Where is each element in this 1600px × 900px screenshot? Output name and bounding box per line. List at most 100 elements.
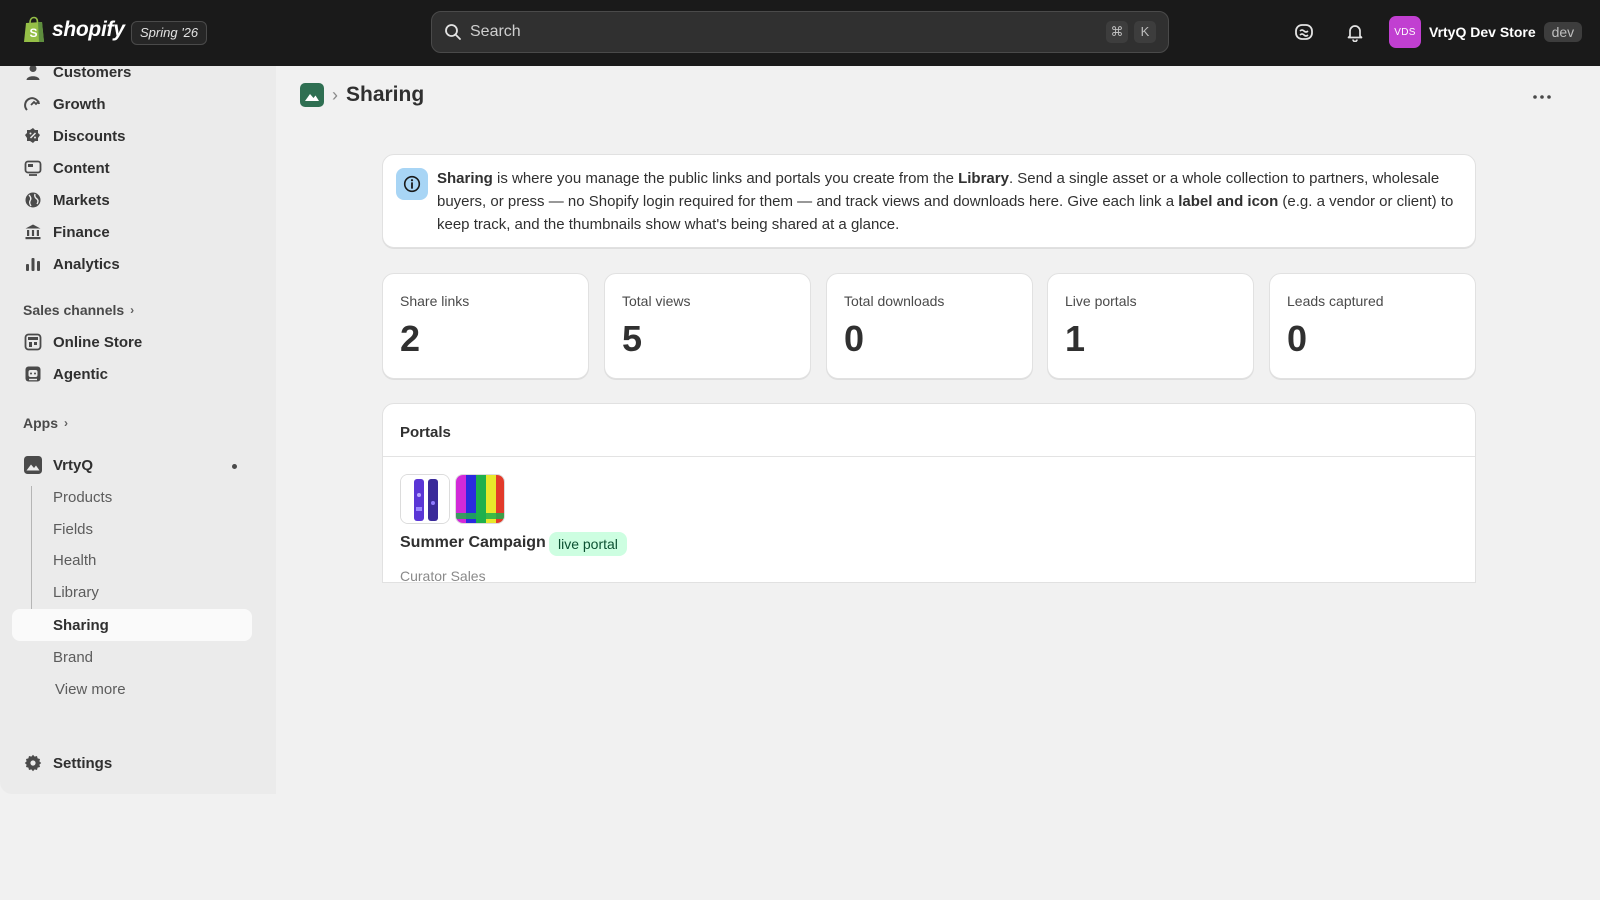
sidebar-subitem-brand[interactable]: Brand bbox=[12, 641, 252, 673]
globe-icon bbox=[23, 190, 43, 210]
gear-icon bbox=[23, 753, 43, 773]
sidebar-subitem-sharing[interactable]: Sharing bbox=[12, 609, 252, 641]
sidekick-button[interactable] bbox=[1292, 20, 1316, 44]
shopify-logo[interactable]: S shopify bbox=[22, 16, 125, 44]
bar-chart-icon bbox=[23, 254, 43, 274]
stat-card-share-links: Share links 2 bbox=[382, 273, 589, 379]
apps-header[interactable]: Apps › bbox=[23, 415, 68, 431]
sidebar-subitem-products[interactable]: Products bbox=[12, 481, 252, 513]
sales-channels-label: Sales channels bbox=[23, 302, 125, 318]
sidebar-item-agentic[interactable]: Agentic bbox=[12, 358, 252, 390]
stat-label: Leads captured bbox=[1287, 293, 1384, 309]
shortcut-key-cmd: ⌘ bbox=[1106, 21, 1128, 43]
sidebar-subitem-fields[interactable]: Fields bbox=[12, 513, 252, 545]
sidebar-item-discounts[interactable]: Discounts bbox=[12, 120, 252, 152]
portal-name[interactable]: Summer Campaign bbox=[400, 534, 546, 552]
sidebar-item-label: Discounts bbox=[53, 127, 126, 145]
stat-card-total-downloads: Total downloads 0 bbox=[826, 273, 1033, 379]
view-more-link[interactable]: View more bbox=[12, 673, 252, 705]
info-text-part: is where you manage the public links and… bbox=[492, 170, 959, 187]
stat-label: Total views bbox=[622, 293, 691, 309]
shopify-wordmark: shopify bbox=[52, 18, 125, 41]
edition-badge[interactable]: Spring '26 bbox=[131, 21, 208, 45]
app-status-dot bbox=[232, 464, 237, 469]
ellipsis-icon bbox=[1533, 95, 1551, 99]
person-icon bbox=[23, 66, 43, 82]
info-bold-label-icon: label and icon bbox=[1178, 193, 1279, 210]
info-bold-sharing: Sharing bbox=[437, 170, 493, 187]
bank-icon bbox=[23, 222, 43, 242]
image-icon bbox=[23, 455, 43, 475]
growth-icon bbox=[23, 94, 43, 114]
sidebar-item-label: Analytics bbox=[53, 255, 120, 273]
portals-card: Portals Summer Campaign live portal Cura… bbox=[382, 403, 1476, 583]
page-background bbox=[0, 794, 1600, 900]
sidebar-subitem-library[interactable]: Library bbox=[12, 576, 252, 608]
page-header: › Sharing bbox=[300, 83, 424, 107]
image-icon bbox=[305, 94, 319, 101]
info-banner-text: Sharing is where you manage the public l… bbox=[437, 167, 1457, 236]
sidebar-item-content[interactable]: Content bbox=[12, 152, 252, 184]
sidebar-item-vrtyq[interactable]: VrtyQ bbox=[12, 449, 252, 481]
sidekick-icon bbox=[1295, 24, 1313, 40]
info-icon bbox=[396, 168, 428, 200]
stat-value: 0 bbox=[844, 318, 865, 359]
more-actions-button[interactable] bbox=[1530, 85, 1554, 109]
sidebar: Customers Growth Discounts Content Marke… bbox=[0, 66, 276, 794]
sidebar-item-label: Customers bbox=[53, 66, 132, 81]
store-avatar: VDS bbox=[1389, 16, 1421, 48]
sidebar-item-customers[interactable]: Customers bbox=[12, 66, 252, 88]
notifications-button[interactable] bbox=[1343, 20, 1367, 44]
stat-card-leads-captured: Leads captured 0 bbox=[1269, 273, 1476, 379]
sidebar-item-label: VrtyQ bbox=[53, 456, 94, 474]
sidebar-item-label: Online Store bbox=[53, 333, 143, 351]
apps-label: Apps bbox=[23, 415, 58, 431]
stat-label: Total downloads bbox=[844, 293, 945, 309]
live-portal-badge: live portal bbox=[549, 532, 627, 556]
breadcrumb-chevron-icon: › bbox=[332, 84, 338, 105]
stat-value: 0 bbox=[1287, 318, 1308, 359]
content-icon bbox=[23, 158, 43, 178]
chevron-right-icon: › bbox=[64, 416, 68, 430]
portal-thumbnail[interactable] bbox=[400, 474, 450, 524]
chevron-right-icon: › bbox=[130, 303, 135, 317]
sidebar-item-label: Settings bbox=[53, 754, 113, 772]
store-menu-button[interactable]: VDS VrtyQ Dev Store dev bbox=[1389, 16, 1583, 48]
sidebar-item-finance[interactable]: Finance bbox=[12, 216, 252, 248]
info-bold-library: Library bbox=[958, 170, 1009, 187]
sidebar-item-label: Finance bbox=[53, 223, 110, 241]
top-bar: S shopify Spring '26 Search ⌘ K VDS Vrty… bbox=[0, 0, 1600, 66]
sidebar-item-growth[interactable]: Growth bbox=[12, 88, 252, 120]
discount-icon bbox=[23, 126, 43, 146]
search-bar[interactable]: Search ⌘ K bbox=[431, 11, 1169, 53]
store-env-badge: dev bbox=[1543, 22, 1583, 42]
divider bbox=[383, 456, 1475, 457]
sidebar-item-markets[interactable]: Markets bbox=[12, 184, 252, 216]
sidebar-item-label: Markets bbox=[53, 191, 110, 209]
shortcut-key-k: K bbox=[1134, 21, 1156, 43]
admin-frame: Customers Growth Discounts Content Marke… bbox=[0, 66, 1600, 794]
app-icon[interactable] bbox=[300, 83, 324, 107]
stat-value: 1 bbox=[1065, 318, 1086, 359]
sidebar-item-label: Growth bbox=[53, 95, 106, 113]
sidebar-item-analytics[interactable]: Analytics bbox=[12, 248, 252, 280]
sidebar-subitem-health[interactable]: Health bbox=[12, 544, 252, 576]
store-name: VrtyQ Dev Store bbox=[1429, 24, 1536, 40]
portals-title: Portals bbox=[400, 424, 451, 441]
page-title: Sharing bbox=[346, 83, 425, 106]
sidebar-item-online-store[interactable]: Online Store bbox=[12, 326, 252, 358]
stat-card-live-portals: Live portals 1 bbox=[1047, 273, 1254, 379]
search-input[interactable]: Search bbox=[470, 23, 1100, 41]
stat-value: 2 bbox=[400, 318, 421, 359]
info-banner: Sharing is where you manage the public l… bbox=[382, 154, 1476, 248]
sidebar-item-label: Content bbox=[53, 159, 110, 177]
sidebar-item-label: Agentic bbox=[53, 365, 109, 383]
portal-thumbnail[interactable] bbox=[455, 474, 505, 524]
stat-card-total-views: Total views 5 bbox=[604, 273, 811, 379]
stat-label: Share links bbox=[400, 293, 470, 309]
stat-value: 5 bbox=[622, 318, 643, 359]
portal-subtitle: Curator Sales bbox=[400, 568, 486, 583]
sidebar-item-settings[interactable]: Settings bbox=[12, 747, 252, 779]
sales-channels-header[interactable]: Sales channels › bbox=[23, 302, 134, 318]
stat-label: Live portals bbox=[1065, 293, 1137, 309]
